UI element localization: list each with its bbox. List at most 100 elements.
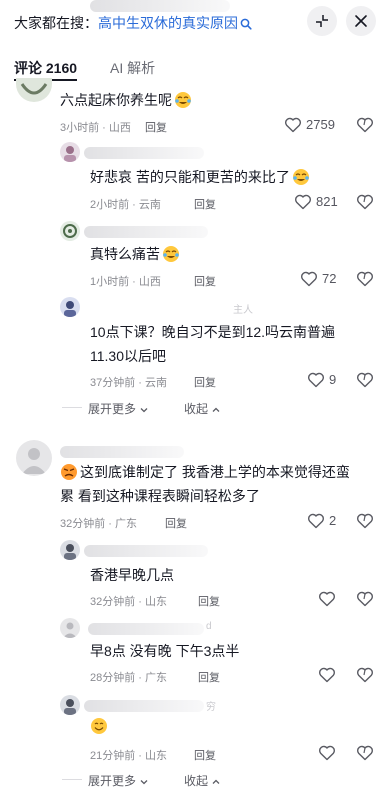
comment-text: 真特么痛苦 (90, 244, 180, 264)
heart-icon (319, 591, 335, 607)
comment-text (90, 716, 108, 736)
avatar-image (63, 224, 77, 238)
avatar[interactable] (60, 695, 80, 715)
avatar[interactable] (16, 78, 52, 102)
like-count: 2 (329, 513, 337, 528)
author-tag: 主人 (233, 305, 253, 316)
search-suggestion[interactable]: 大家都在搜：高中生双休的真实原因 (14, 13, 252, 33)
tab-ai-analysis[interactable]: AI 解析 (110, 58, 155, 78)
default-avatar-icon (63, 622, 77, 638)
dislike-icon[interactable] (356, 116, 374, 134)
dislike-icon[interactable] (356, 666, 374, 684)
avatar[interactable] (16, 440, 52, 476)
username-blurred (60, 446, 184, 458)
cry-laugh-emoji-icon (292, 169, 309, 185)
heart-icon (301, 271, 317, 287)
search-query[interactable]: 高中生双休的真实原因 (98, 15, 238, 31)
heart-icon (308, 513, 324, 529)
reply-button[interactable]: 回复 (194, 374, 216, 390)
username-blurred (88, 623, 204, 635)
smile-emoji-icon (91, 718, 107, 734)
avatar-image (20, 83, 48, 95)
username-fragment: d (206, 621, 212, 632)
reply-button[interactable]: 回复 (194, 196, 216, 212)
dislike-icon[interactable] (356, 590, 374, 608)
heart-icon (295, 194, 311, 210)
comment-text: 好悲哀 苦的只能和更苦的来比了 (90, 167, 310, 187)
comment-time: 28分钟前 · 广东 (90, 672, 168, 684)
avatar-image (64, 699, 76, 715)
chevron-down-icon (140, 407, 148, 413)
avatar[interactable] (60, 540, 80, 560)
heart-icon (319, 667, 335, 683)
close-icon (355, 15, 367, 27)
like-button[interactable] (318, 666, 338, 684)
comment-time: 32分钟前 · 山东 (90, 596, 168, 608)
avatar[interactable] (60, 221, 80, 241)
angry-emoji-icon (61, 464, 77, 480)
like-button[interactable] (318, 590, 338, 608)
avatar-image (64, 544, 76, 560)
heart-icon (308, 372, 324, 388)
like-button[interactable]: 2759 (284, 116, 354, 134)
reply-button[interactable]: 回复 (194, 747, 216, 763)
like-button[interactable]: 821 (294, 193, 354, 211)
like-button[interactable]: 2 (307, 512, 354, 530)
chevron-up-icon (212, 779, 220, 784)
reply-button[interactable]: 回复 (198, 593, 220, 609)
chevron-up-icon (212, 407, 220, 412)
comment-tabs: 评论 2160 AI 解析 (0, 54, 391, 82)
like-count: 72 (322, 271, 337, 286)
comment-time: 3小时前 · 山西 (60, 122, 131, 134)
collapse-icon (316, 15, 328, 27)
avatar-image (64, 301, 76, 317)
comment-text: 六点起床你养生呢 (60, 90, 192, 110)
reply-button[interactable]: 回复 (198, 669, 220, 685)
search-icon (240, 18, 252, 30)
username-fragment: 穷 (206, 702, 216, 713)
dislike-icon[interactable] (356, 193, 374, 211)
comment-time: 21分钟前 · 山东 (90, 750, 168, 762)
heart-icon (319, 745, 335, 761)
collapse-replies-button[interactable]: 收起 (184, 400, 221, 417)
collapse-button[interactable] (307, 6, 337, 36)
heart-icon (285, 117, 301, 133)
chevron-down-icon (140, 779, 148, 785)
dislike-icon[interactable] (356, 744, 374, 762)
dislike-icon[interactable] (356, 512, 374, 530)
like-count: 9 (329, 372, 337, 387)
comment-time: 37分钟前 · 云南 (90, 377, 168, 389)
dislike-icon[interactable] (356, 371, 374, 389)
avatar[interactable] (60, 142, 80, 162)
username-blurred (90, 0, 230, 12)
thread-divider (62, 407, 82, 408)
expand-more-button[interactable]: 展开更多 (88, 772, 149, 789)
reply-button[interactable]: 回复 (165, 515, 187, 531)
like-count: 2759 (306, 117, 335, 132)
comment-text: 10点下课？晚自习不是到12.吗云南普遍 11.30以后吧 (90, 324, 336, 364)
like-button[interactable] (318, 744, 338, 762)
comment-time: 32分钟前 · 广东 (60, 518, 138, 530)
comment-text: 早8点 没有晚 下午3点半 (90, 643, 240, 659)
thread-divider (62, 779, 82, 780)
close-button[interactable] (346, 6, 376, 36)
dislike-icon[interactable] (356, 270, 374, 288)
username-blurred (84, 545, 208, 557)
collapse-replies-button[interactable]: 收起 (184, 772, 221, 789)
comment-text: 香港早晚几点 (90, 567, 174, 583)
cry-laugh-emoji-icon (175, 92, 191, 108)
reply-button[interactable]: 回复 (194, 273, 216, 289)
reply-button[interactable]: 回复 (145, 119, 167, 135)
like-button[interactable]: 9 (307, 371, 354, 389)
like-button[interactable]: 72 (300, 270, 354, 288)
avatar[interactable] (60, 297, 80, 317)
avatar[interactable] (60, 618, 80, 638)
username-blurred (84, 226, 208, 238)
search-prefix: 大家都在搜： (14, 15, 98, 31)
like-count: 821 (316, 194, 338, 209)
avatar-image (64, 146, 76, 162)
expand-more-button[interactable]: 展开更多 (88, 400, 149, 417)
tab-comments[interactable]: 评论 2160 (14, 58, 77, 78)
comment-time: 2小时前 · 云南 (90, 199, 161, 211)
username-blurred (84, 700, 204, 712)
